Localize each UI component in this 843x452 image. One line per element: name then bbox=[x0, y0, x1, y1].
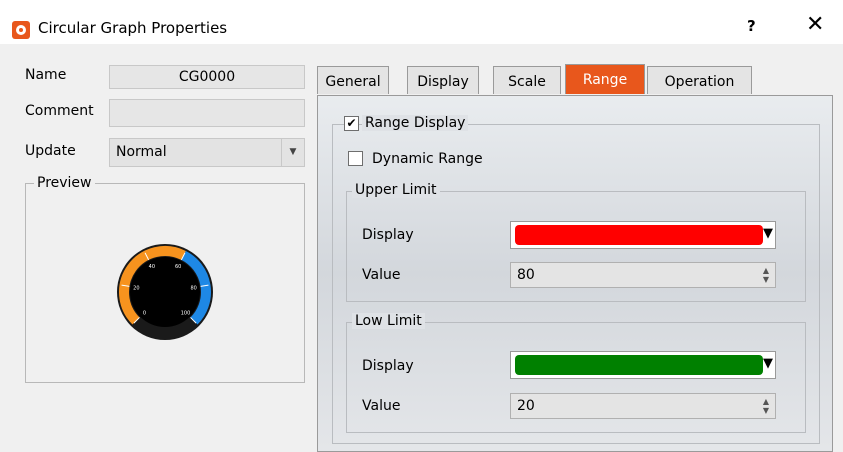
dropdown-arrow-icon: ▼ bbox=[763, 226, 773, 241]
tab-range[interactable]: Range bbox=[565, 64, 645, 94]
gauge-tick-label: 40 bbox=[149, 264, 155, 270]
dynamic-range-label: Dynamic Range bbox=[372, 151, 483, 167]
preview-label: Preview bbox=[34, 175, 95, 191]
range-display-checkbox[interactable]: ✔ bbox=[344, 116, 359, 131]
tab-general[interactable]: General bbox=[317, 66, 389, 94]
checkmark-icon: ✔ bbox=[346, 116, 357, 130]
tab-scale[interactable]: Scale bbox=[493, 66, 561, 94]
range-panel: ✔ Range Display Dynamic Range Upper Limi… bbox=[317, 95, 833, 452]
range-display-label: Range Display bbox=[362, 115, 469, 131]
gauge-tick-label: 80 bbox=[190, 285, 196, 291]
update-select-value: Normal bbox=[116, 144, 167, 160]
spinner-arrows-icon[interactable]: ▲ ▼ bbox=[763, 266, 769, 284]
low-value: 20 bbox=[517, 398, 535, 414]
tab-operation[interactable]: Operation bbox=[647, 66, 752, 94]
low-limit-title: Low Limit bbox=[352, 313, 425, 329]
upper-limit-title: Upper Limit bbox=[352, 182, 440, 198]
gauge-tick-label: 60 bbox=[175, 264, 181, 270]
gauge-tick-label: 20 bbox=[133, 285, 139, 291]
close-button[interactable]: ✕ bbox=[806, 12, 824, 37]
name-label: Name bbox=[25, 67, 67, 83]
window-title: Circular Graph Properties bbox=[38, 19, 228, 37]
upper-value-label: Value bbox=[362, 267, 401, 283]
low-color-select[interactable]: ▼ bbox=[510, 351, 776, 379]
low-color-swatch bbox=[515, 355, 763, 375]
tab-display[interactable]: Display bbox=[407, 66, 479, 94]
update-select[interactable]: Normal ▼ bbox=[109, 138, 305, 167]
help-button[interactable]: ? bbox=[747, 17, 756, 35]
upper-color-swatch bbox=[515, 225, 763, 245]
app-icon bbox=[12, 21, 30, 39]
low-value-spinner[interactable]: 20 ▲ ▼ bbox=[510, 393, 776, 419]
upper-value-spinner[interactable]: 80 ▲ ▼ bbox=[510, 262, 776, 288]
comment-label: Comment bbox=[25, 103, 94, 119]
low-display-label: Display bbox=[362, 358, 414, 374]
gauge-tick-label: 100 bbox=[181, 311, 191, 317]
gauge-tick-label: 0 bbox=[143, 311, 146, 317]
dynamic-range-checkbox[interactable] bbox=[348, 151, 363, 166]
dropdown-arrow-icon: ▼ bbox=[763, 356, 773, 371]
upper-color-select[interactable]: ▼ bbox=[510, 221, 776, 249]
upper-display-label: Display bbox=[362, 227, 414, 243]
gauge-preview: 0 20 40 60 80 100 bbox=[117, 244, 213, 340]
chevron-down-icon[interactable]: ▼ bbox=[281, 139, 304, 166]
low-value-label: Value bbox=[362, 398, 401, 414]
name-field[interactable]: CG0000 bbox=[109, 65, 305, 89]
upper-value: 80 bbox=[517, 267, 535, 283]
update-label: Update bbox=[25, 143, 76, 159]
comment-field[interactable] bbox=[109, 99, 305, 127]
title-bar: Circular Graph Properties ? ✕ bbox=[0, 0, 843, 44]
spinner-arrows-icon[interactable]: ▲ ▼ bbox=[763, 397, 769, 415]
